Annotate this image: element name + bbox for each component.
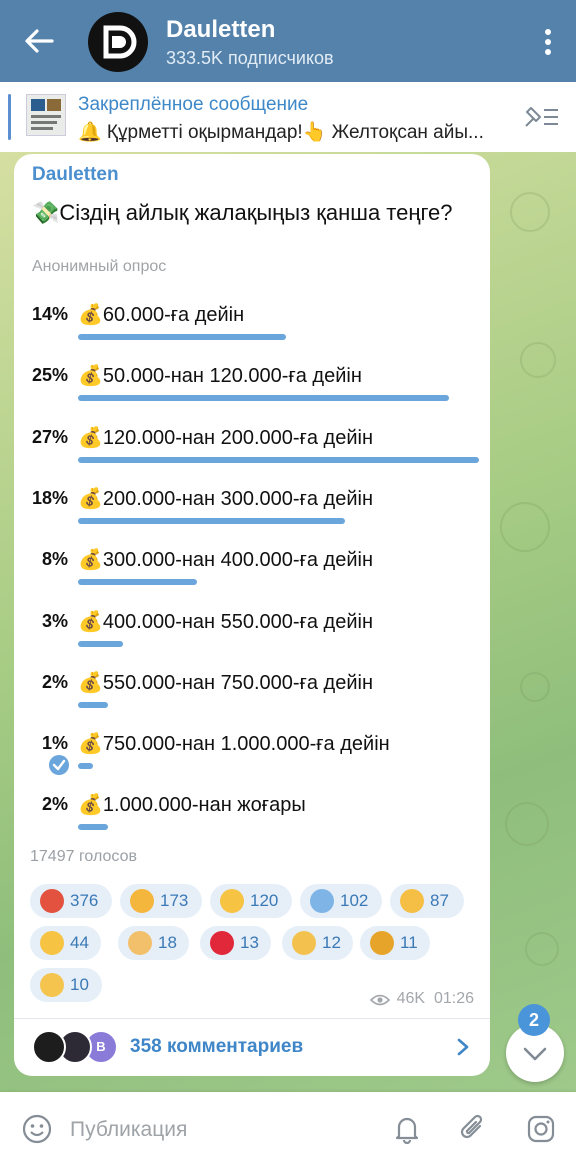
angry-face-icon [40,889,64,913]
reaction-chip[interactable]: 10 [30,968,102,1002]
screaming-face-icon [310,889,334,913]
reaction-count: 102 [340,891,369,910]
poll-option-label: 💰400.000-нан 550.000-ға дейін [78,610,374,633]
thinking-face-icon [130,889,154,913]
wallpaper-doodle [520,672,550,702]
pinned-message-bar[interactable]: Закреплённое сообщение 🔔 Құрметті оқырма… [0,82,576,152]
poll-option-label: 💰120.000-нан 200.000-ға дейін [78,426,374,449]
poll-type: Анонимный опрос [32,258,167,275]
emoji-icon[interactable] [22,1114,52,1144]
red-heart-icon [210,931,234,955]
message-input[interactable]: Публикация [70,1118,187,1142]
channel-avatar[interactable] [88,12,148,72]
poll-option-bar [78,640,123,647]
poll-option-percent: 2% [41,794,68,815]
reaction-count: 18 [158,933,177,952]
poll-option-percent: 8% [41,549,68,570]
reaction-chip[interactable]: 173 [120,884,202,918]
poll-option-percent: 1% [41,733,68,754]
reaction-chip[interactable]: 102 [300,884,382,918]
reaction-count: 120 [250,891,279,910]
vote-count: 17497 голосов [30,848,137,865]
reaction-chip[interactable]: 87 [390,884,464,918]
comments-link[interactable]: 358 комментариев [130,1036,303,1058]
commenter-avatar [32,1030,66,1064]
poll-option-label: 💰550.000-нан 750.000-ға дейін [78,671,374,694]
channel-logo-icon [103,25,137,59]
post-time: 01:26 [433,990,474,1007]
post-author[interactable]: Dauletten [32,164,119,186]
poll-option-bar [78,456,479,463]
poll-option-bar [78,334,286,340]
chevron-right-icon[interactable] [456,1038,470,1056]
ok-hand-icon [40,973,64,997]
subscriber-count: 333.5K подписчиков [166,48,334,68]
poll-option-percent: 14% [31,304,68,324]
reaction-count: 13 [240,933,259,952]
views-icon [370,994,390,1006]
reaction-chip[interactable]: 13 [200,926,271,960]
more-vert-icon[interactable] [544,28,552,56]
poll-option-bar [78,517,345,524]
reaction-count: 173 [160,891,189,910]
poll-option-percent: 25% [31,365,68,386]
poll-option-percent: 27% [31,426,68,447]
poll-option-bar [78,579,197,586]
app-header: Dauletten 333.5K подписчиков [0,0,576,82]
reaction-count: 11 [400,933,418,952]
clapping-hands-icon [292,931,316,955]
poll-question: 💸Сіздің айлық жалақыңыз қанша теңге? [32,200,453,225]
instagram-camera-icon[interactable] [526,1114,556,1144]
poll-option-percent: 3% [41,610,68,631]
poll-option-label: 💰200.000-нан 300.000-ға дейін [78,487,374,510]
poll-option-bar [78,824,108,831]
reaction-chip[interactable]: 376 [30,884,112,918]
comments-divider [14,1018,490,1019]
bell-icon[interactable] [394,1114,420,1144]
view-count: 46K [396,990,426,1007]
folded-hands-icon [128,931,152,955]
grinning-face-icon [40,931,64,955]
poll-option-label: 💰300.000-нан 400.000-ға дейін [78,549,374,572]
crying-face-icon [400,889,424,913]
poll-option-label: 💰750.000-нан 1.000.000-ға дейін [78,733,390,756]
trophy-icon [370,931,394,955]
thumbs-up-icon [220,889,244,913]
reaction-count: 376 [70,891,99,910]
back-arrow-icon[interactable] [22,24,56,58]
pinned-title: Закреплённое сообщение [78,94,309,115]
wallpaper-doodle [510,192,550,232]
wallpaper-doodle [520,342,556,378]
chosen-check-icon [49,755,69,776]
reaction-chip[interactable]: 11 [360,926,430,960]
reaction-count: 12 [322,933,341,952]
reaction-count: 10 [70,975,89,994]
poll-option-bar [78,763,93,770]
poll-option-bar [78,395,449,402]
pinned-indicator [8,94,11,140]
pinned-thumbnail [26,94,66,136]
poll-option-label: 💰1.000.000-нан жоғары [78,794,306,817]
pinned-list-icon[interactable] [522,104,560,130]
reaction-chip[interactable]: 44 [30,926,101,960]
poll-option-percent: 18% [31,487,68,508]
pinned-text: 🔔 Құрметті оқырмандар!👆 Желтоқсан айы... [78,122,484,143]
channel-title[interactable]: Dauletten [166,16,275,44]
reaction-count: 87 [430,891,449,910]
poll-option-label: 💰50.000-нан 120.000-ға дейін [78,365,362,388]
reaction-chip[interactable]: 18 [118,926,189,960]
poll-option-bar [78,701,108,708]
unread-badge: 2 [518,1004,550,1036]
wallpaper-doodle [525,932,559,966]
reaction-chip[interactable]: 120 [210,884,292,918]
reaction-count: 44 [70,933,89,952]
wallpaper-doodle [505,802,549,846]
post-meta: 46K 01:26 [397,990,474,1008]
poll-option-label: 💰60.000-ға дейін [78,304,245,326]
wallpaper-doodle [500,502,550,552]
composer-bar: Публикация [0,1092,576,1160]
poll-option-percent: 2% [41,671,68,692]
attach-icon[interactable] [458,1112,488,1144]
reaction-chip[interactable]: 12 [282,926,353,960]
